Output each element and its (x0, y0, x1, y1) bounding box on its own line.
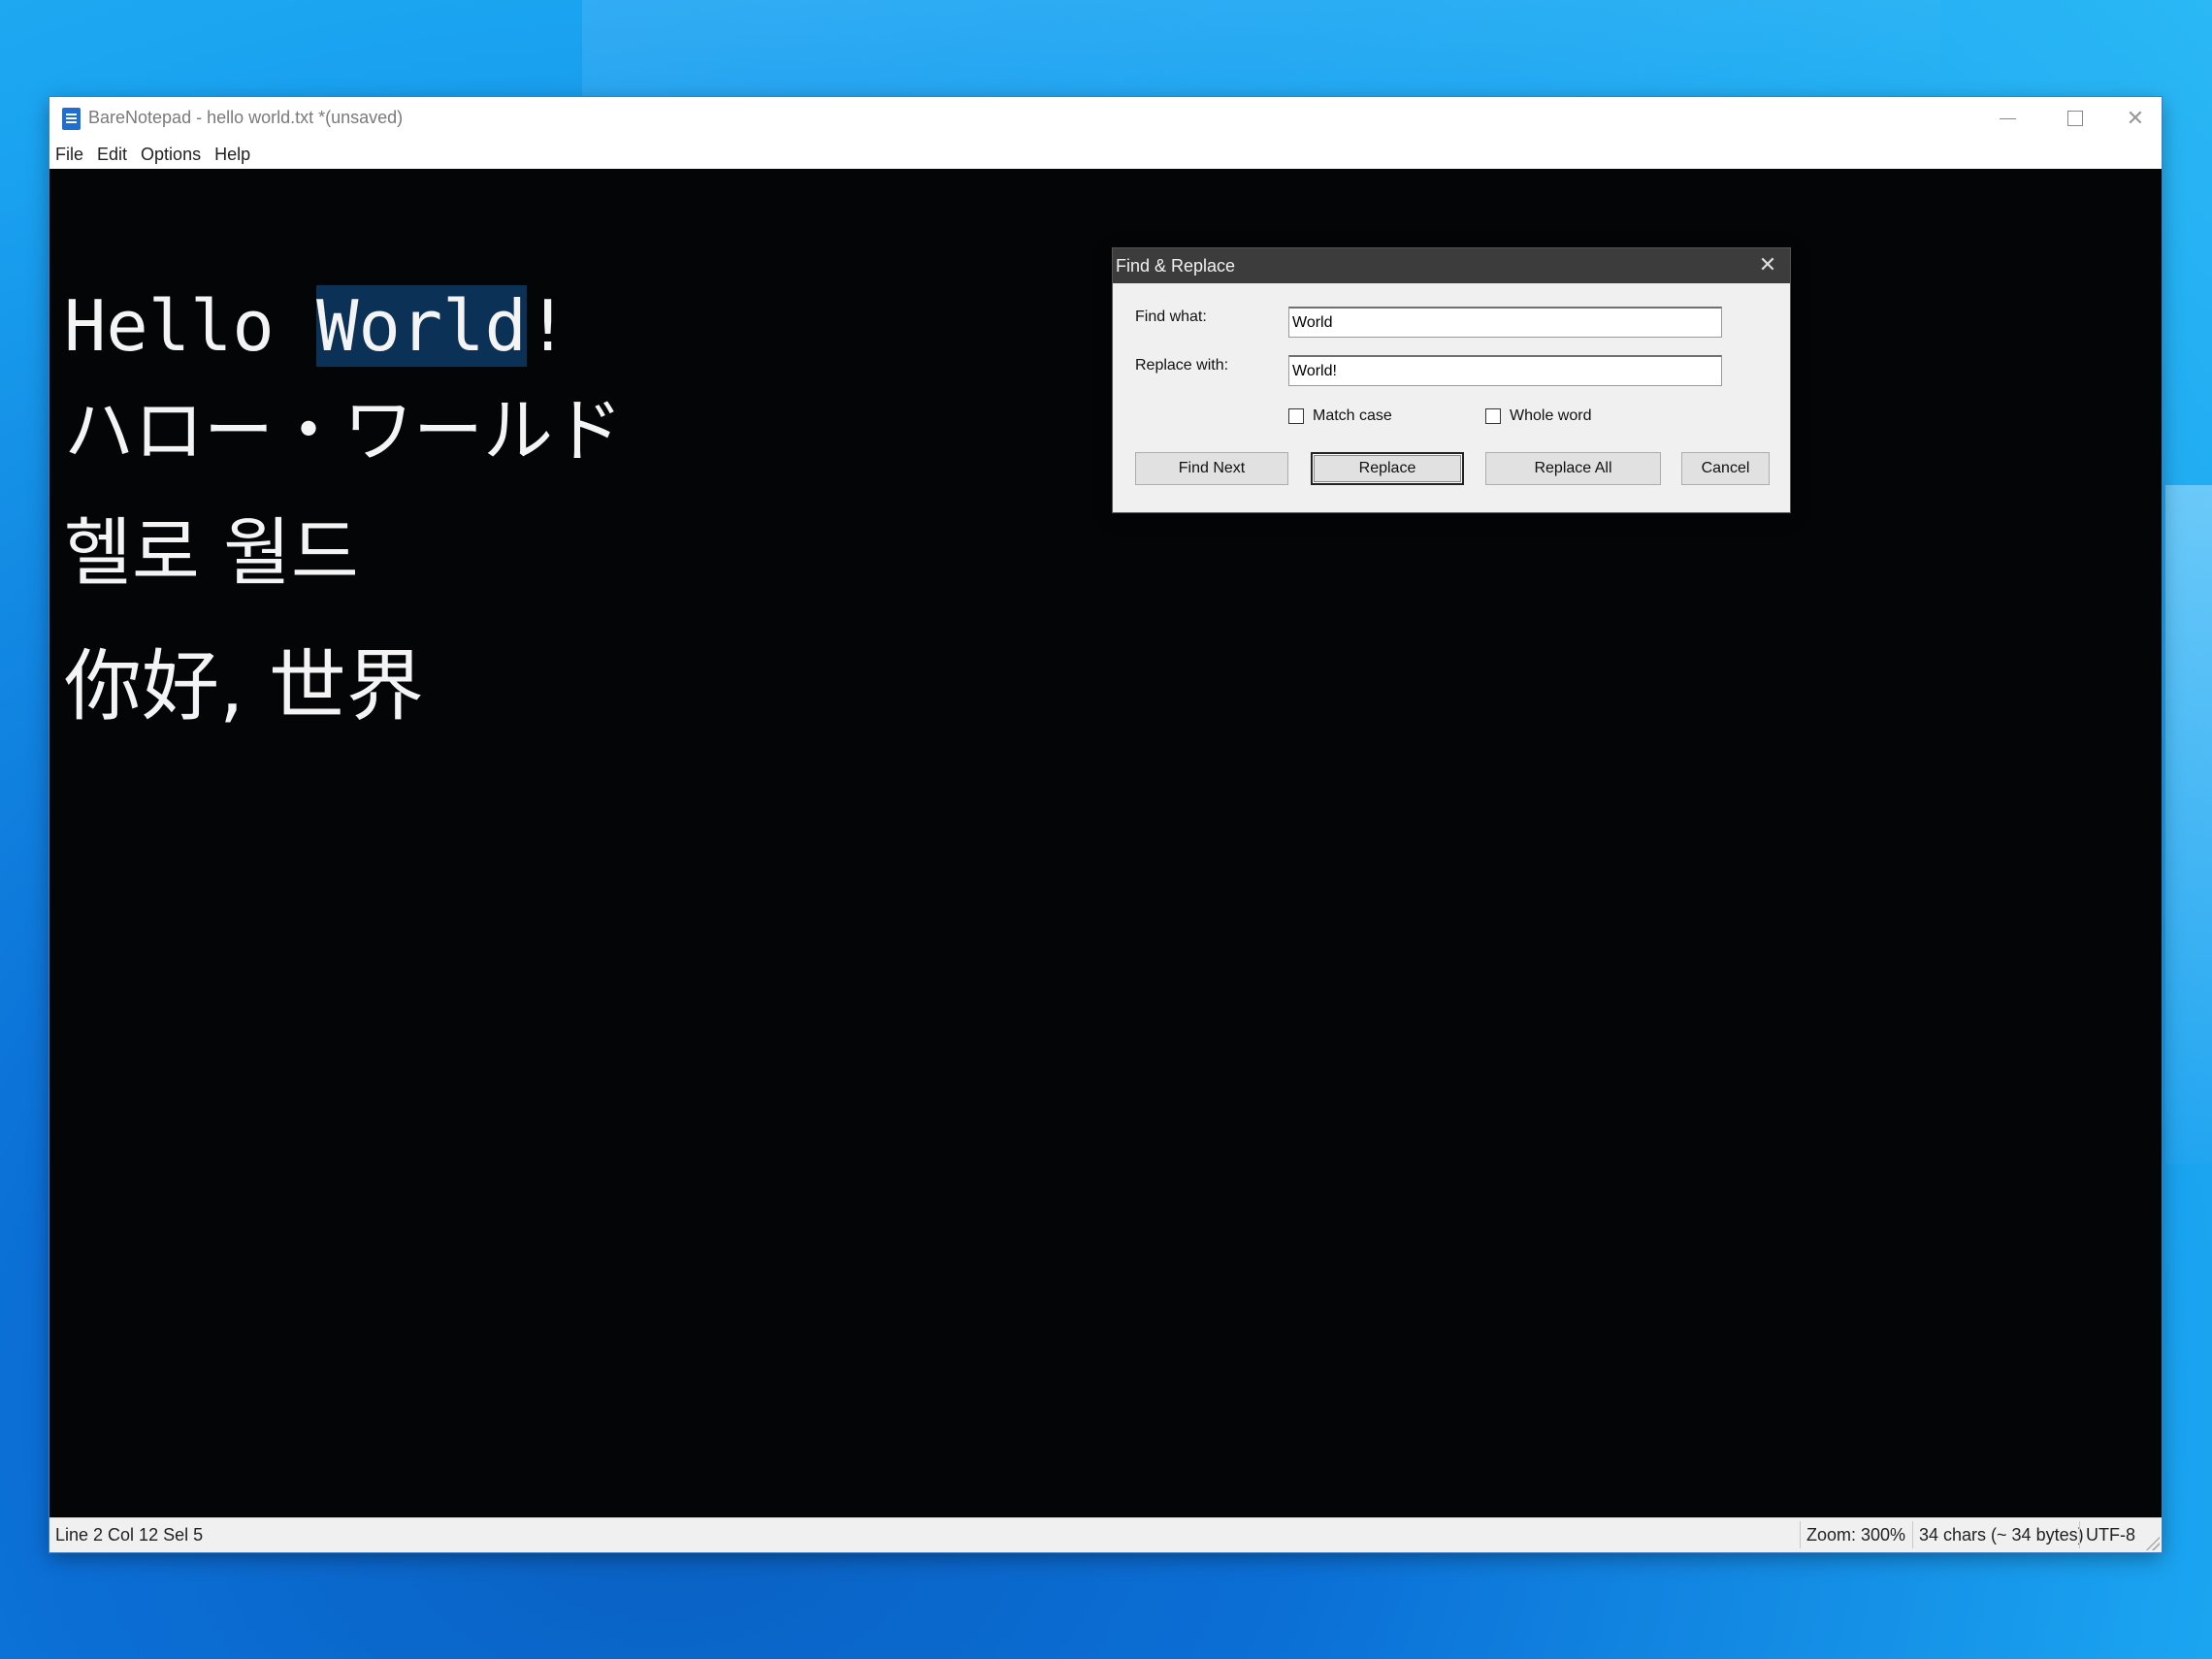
menu-file[interactable]: File (55, 145, 83, 165)
maximize-icon (2067, 111, 2083, 126)
dialog-title-bar[interactable]: Find & Replace ✕ (1113, 248, 1790, 283)
title-bar[interactable]: BareNotepad - hello world.txt *(unsaved)… (49, 97, 2162, 140)
text-editor[interactable]: Hello World! ハロー・ワールド 헬로 월드 你好, 世界 (49, 169, 2162, 1517)
find-what-label: Find what: (1135, 309, 1207, 325)
checkbox-icon[interactable] (1288, 408, 1304, 424)
find-next-button[interactable]: Find Next (1135, 452, 1288, 485)
close-icon: ✕ (2126, 106, 2145, 131)
maximize-button[interactable] (2041, 97, 2109, 140)
whole-word-checkbox[interactable]: Whole word (1485, 407, 1591, 425)
encoding: UTF-8 (2079, 1521, 2135, 1548)
selected-text: World (316, 285, 527, 367)
dialog-title: Find & Replace (1116, 256, 1236, 276)
notepad-app-icon (62, 108, 81, 130)
checkbox-icon[interactable] (1485, 408, 1501, 424)
status-bar: Line 2 Col 12 Sel 5 Zoom: 300% 34 chars … (49, 1517, 2162, 1552)
replace-button[interactable]: Replace (1311, 452, 1464, 485)
resize-grip-icon[interactable] (2144, 1535, 2160, 1550)
notepad-window: BareNotepad - hello world.txt *(unsaved)… (49, 97, 2162, 1552)
window-title: BareNotepad - hello world.txt *(unsaved) (88, 108, 404, 127)
menu-help[interactable]: Help (214, 145, 250, 165)
close-button[interactable]: ✕ (2109, 97, 2162, 140)
replace-all-button[interactable]: Replace All (1485, 452, 1661, 485)
cursor-position: Line 2 Col 12 Sel 5 (55, 1525, 204, 1545)
char-count: 34 chars (~ 34 bytes) (1912, 1521, 2084, 1548)
menu-edit[interactable]: Edit (97, 145, 127, 165)
dialog-close-button[interactable]: ✕ (1753, 252, 1782, 279)
find-what-input[interactable] (1288, 307, 1722, 338)
close-icon: ✕ (1758, 253, 1777, 277)
line-text: ! (526, 285, 569, 367)
editor-line-1: Hello World! (64, 279, 569, 373)
editor-line-3: 헬로 월드 (64, 509, 359, 596)
menu-options[interactable]: Options (141, 145, 201, 165)
line-text: Hello (64, 285, 317, 367)
minimize-icon (1999, 117, 2016, 119)
zoom-level: Zoom: 300% (1800, 1521, 1905, 1548)
replace-with-input[interactable] (1288, 355, 1722, 386)
replace-with-label: Replace with: (1135, 357, 1229, 374)
menu-bar: File Edit Options Help (49, 140, 2162, 169)
wallpaper-light-streak (2165, 485, 2212, 1164)
editor-line-2: ハロー・ワールド (64, 390, 624, 472)
find-replace-dialog: Find & Replace ✕ Find what: Replace with… (1112, 247, 1791, 513)
whole-word-label: Whole word (1510, 407, 1592, 424)
match-case-label: Match case (1313, 407, 1392, 424)
cancel-button[interactable]: Cancel (1681, 452, 1770, 485)
match-case-checkbox[interactable]: Match case (1288, 407, 1392, 425)
editor-line-4: 你好, 世界 (64, 641, 424, 732)
minimize-button[interactable] (1973, 97, 2041, 140)
